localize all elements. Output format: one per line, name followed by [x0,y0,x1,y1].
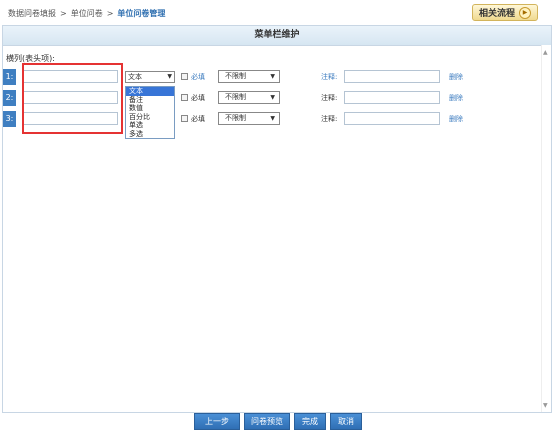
cancel-button[interactable]: 取消 [330,413,362,430]
type-select-value: 文本 [128,73,142,81]
note-label: 注释: [321,115,338,123]
column-name-input[interactable] [23,91,118,104]
dropdown-option[interactable]: 单选 [126,121,174,130]
note-input[interactable] [344,112,440,125]
chevron-down-icon: ▼ [270,94,275,101]
vertical-scrollbar[interactable]: ▲ ▼ [541,45,551,412]
breadcrumb-item[interactable]: 单位问卷 [71,9,103,18]
prev-step-button[interactable]: 上一步 [194,413,240,430]
dropdown-option[interactable]: 备注 [126,96,174,105]
scroll-down-icon[interactable]: ▼ [543,402,548,409]
dropdown-option[interactable]: 多选 [126,130,174,139]
finish-button[interactable]: 完成 [294,413,326,430]
dropdown-option[interactable]: 数值 [126,104,174,113]
related-process-label: 相关流程 [478,9,515,19]
breadcrumb-separator: > [60,9,67,18]
note-input[interactable] [344,91,440,104]
limit-select-value: 不限制 [225,72,246,80]
column-name-input[interactable] [23,112,118,125]
row-number: 1: [3,69,16,85]
limit-select-value: 不限制 [225,93,246,101]
required-label: 必填 [191,73,205,81]
chevron-down-icon: ▼ [270,115,275,122]
arrow-right-circle-icon: ▶ [519,6,531,19]
delete-link[interactable]: 删除 [449,93,463,103]
menu-row: 3: 必填 不限制 ▼ 注释: 删除 [0,111,540,129]
panel-title: 菜单栏维护 [3,26,551,46]
required-checkbox[interactable] [181,94,188,101]
section-label: 横列(表头项): [6,54,55,63]
chevron-down-icon: ▼ [270,73,275,80]
required-checkbox[interactable] [181,115,188,122]
breadcrumb: 数据问卷填报 > 单位问卷 > 单位问卷管理 [8,8,165,19]
row-number: 2: [3,90,16,106]
related-process-button[interactable]: 相关流程 ▶ [472,4,538,21]
breadcrumb-current: 单位问卷管理 [117,9,166,18]
column-name-input[interactable] [23,70,118,83]
limit-select[interactable]: 不限制 ▼ [218,70,280,83]
menu-row: 1: 文本 ▼ 必填 不限制 ▼ 注释: 删除 [0,69,540,87]
type-select[interactable]: 文本 ▼ [125,71,175,83]
note-input[interactable] [344,70,440,83]
top-bar: 数据问卷填报 > 单位问卷 > 单位问卷管理 相关流程 ▶ [0,0,554,25]
note-label: 注释: [321,94,338,102]
footer-toolbar: 上一步 问卷预览 完成 取消 [0,410,554,435]
required-label: 必填 [191,94,205,102]
breadcrumb-item[interactable]: 数据问卷填报 [8,9,56,18]
chevron-down-icon: ▼ [167,73,172,80]
limit-select[interactable]: 不限制 ▼ [218,112,280,125]
dropdown-option[interactable]: 文本 [126,87,174,96]
preview-button[interactable]: 问卷预览 [244,413,290,430]
type-dropdown-list: 文本 备注 数值 百分比 单选 多选 [125,86,175,139]
delete-link[interactable]: 删除 [449,72,463,82]
breadcrumb-separator: > [106,9,114,18]
dropdown-option[interactable]: 百分比 [126,113,174,122]
row-number: 3: [3,111,16,127]
note-label: 注释: [321,73,338,81]
delete-link[interactable]: 删除 [449,114,463,124]
scroll-up-icon[interactable]: ▲ [543,49,548,56]
required-label: 必填 [191,115,205,123]
limit-select-value: 不限制 [225,114,246,122]
menu-row: 2: 必填 不限制 ▼ 注释: 删除 [0,90,540,108]
limit-select[interactable]: 不限制 ▼ [218,91,280,104]
required-checkbox[interactable] [181,73,188,80]
